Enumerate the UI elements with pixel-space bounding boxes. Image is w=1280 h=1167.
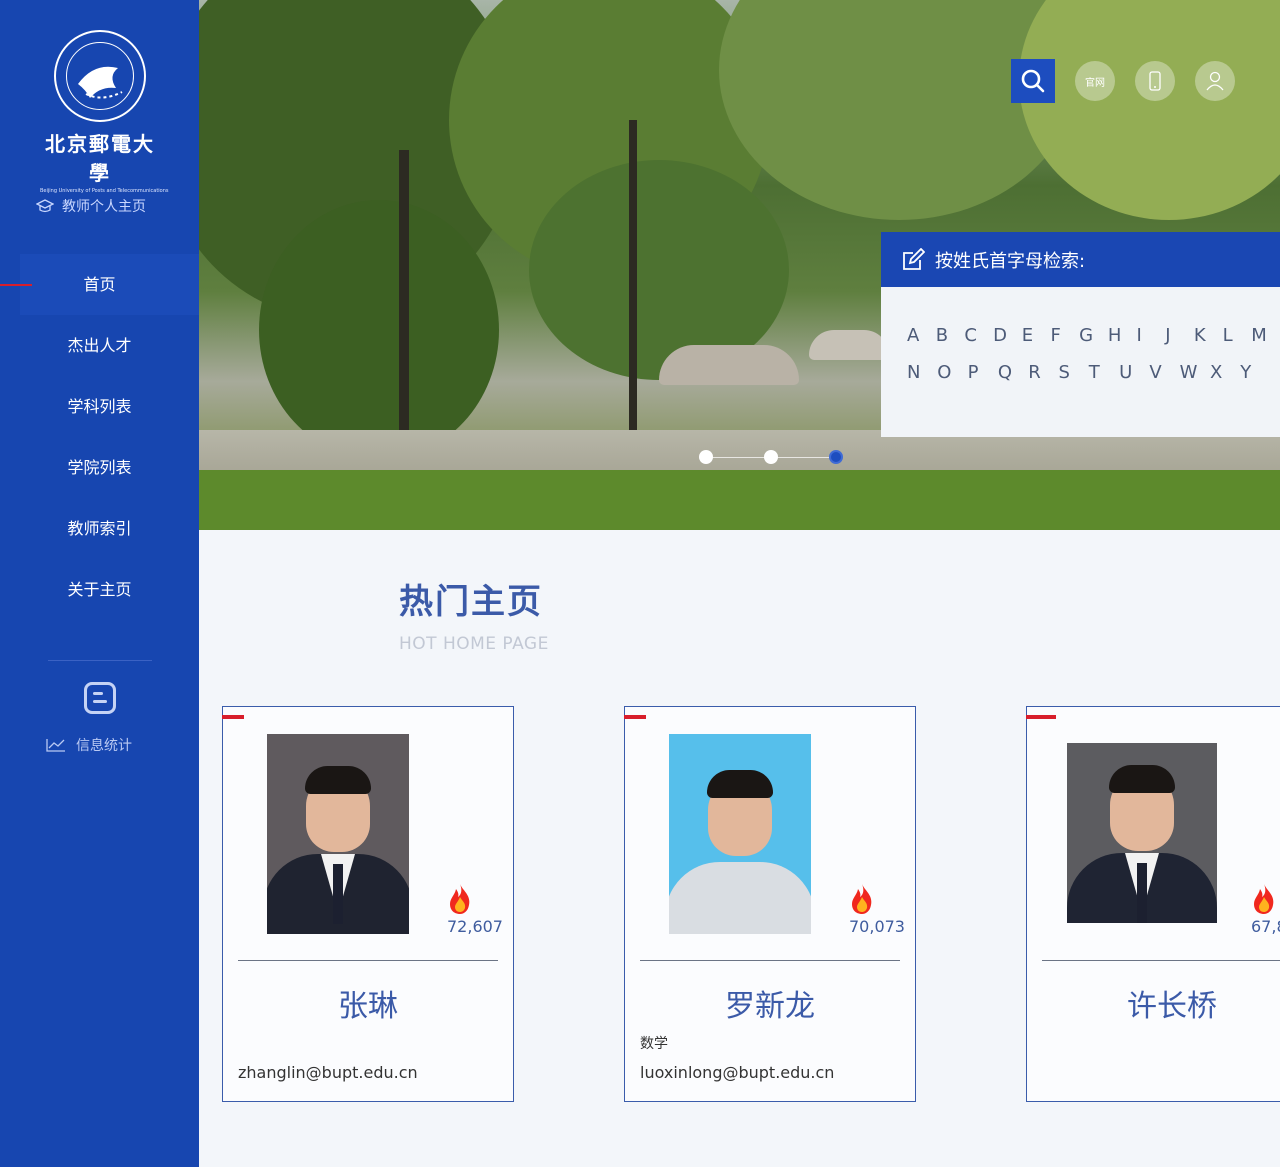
mobile-button[interactable]: [1135, 61, 1175, 101]
letter-o[interactable]: O: [937, 362, 967, 383]
banner-tree: [259, 200, 499, 460]
banner-trunk: [399, 150, 409, 450]
nav-item-colleges[interactable]: 学院列表: [0, 437, 199, 498]
edit-icon: [903, 247, 925, 270]
stats-label: 信息统计: [76, 738, 132, 754]
header-toolbar: 官网: [1011, 59, 1235, 103]
logo-english-name: Beijing University of Posts and Telecomm…: [40, 188, 169, 194]
nav-item-teacher-index[interactable]: 教师索引: [0, 498, 199, 559]
line-chart-icon: [46, 739, 65, 752]
section-title: 热门主页: [399, 582, 543, 622]
card-accent-mark: [624, 715, 646, 719]
hit-count: 72,607: [447, 917, 503, 936]
banner-pavilion: [809, 330, 889, 360]
letter-search-header: 按姓氏首字母检索:: [881, 232, 1280, 287]
letter-x[interactable]: X: [1210, 362, 1240, 383]
letter-p[interactable]: P: [968, 362, 998, 383]
logo-emblem-icon: [54, 30, 146, 122]
site-subtitle-label: 教师个人主页: [62, 199, 146, 215]
logo-name: 北京郵電大學: [45, 132, 155, 185]
carousel-dot-3[interactable]: [829, 450, 843, 464]
fire-icon: [450, 884, 470, 914]
user-icon: [1206, 71, 1224, 91]
hit-count: 70,073: [849, 917, 905, 936]
letter-d[interactable]: D: [993, 325, 1022, 346]
teacher-card[interactable]: 70,073 罗新龙 数学 luoxinlong@bupt.edu.cn: [624, 706, 916, 1102]
stats-link[interactable]: 信息统计: [46, 735, 132, 755]
teacher-email[interactable]: luoxinlong@bupt.edu.cn: [640, 1063, 834, 1082]
banner-pavilion: [659, 345, 799, 385]
carousel-indicators: [699, 450, 843, 464]
letter-l[interactable]: L: [1223, 325, 1252, 346]
nav-item-home[interactable]: 首页: [0, 254, 199, 315]
letter-row-1: A B C D E F G H I J K L M: [881, 325, 1280, 346]
search-button[interactable]: [1011, 59, 1055, 103]
teacher-photo[interactable]: [1067, 743, 1217, 923]
letter-h[interactable]: H: [1108, 325, 1137, 346]
letter-r[interactable]: R: [1028, 362, 1058, 383]
nav-item-about[interactable]: 关于主页: [0, 559, 199, 620]
teacher-name[interactable]: 许长桥: [1027, 981, 1280, 1025]
teacher-name[interactable]: 罗新龙: [625, 981, 915, 1025]
letter-v[interactable]: V: [1149, 362, 1179, 383]
mobile-icon: [1149, 71, 1161, 91]
teacher-photo[interactable]: [267, 734, 409, 934]
card-accent-mark: [222, 715, 244, 719]
fire-icon: [1254, 884, 1274, 914]
teacher-card[interactable]: 67,8 许长桥: [1026, 706, 1280, 1102]
letter-t[interactable]: T: [1089, 362, 1119, 383]
card-divider: [238, 960, 498, 961]
university-logo[interactable]: 北京郵電大學 Beijing University of Posts and T…: [40, 30, 169, 194]
teacher-name[interactable]: 张琳: [223, 981, 513, 1025]
letter-m[interactable]: M: [1251, 325, 1280, 346]
letter-search-title: 按姓氏首字母检索:: [935, 250, 1086, 272]
letter-b[interactable]: B: [936, 325, 965, 346]
letter-row-2: N O P Q R S T U V W X Y: [881, 362, 1280, 383]
fire-icon: [852, 884, 872, 914]
teacher-card[interactable]: 72,607 张琳 zhanglin@bupt.edu.cn: [222, 706, 514, 1102]
blogger-icon[interactable]: [84, 682, 116, 714]
official-site-button[interactable]: 官网: [1075, 61, 1115, 101]
letter-w[interactable]: W: [1180, 362, 1210, 383]
letter-c[interactable]: C: [964, 325, 993, 346]
letter-n[interactable]: N: [907, 362, 937, 383]
teacher-photo[interactable]: [669, 734, 811, 934]
card-divider: [640, 960, 900, 961]
letter-e[interactable]: E: [1022, 325, 1051, 346]
section-subtitle: HOT HOME PAGE: [399, 634, 549, 654]
nav-item-disciplines[interactable]: 学科列表: [0, 376, 199, 437]
official-site-icon: 官网: [1085, 77, 1105, 89]
main-nav: 首页 杰出人才 学科列表 学院列表 教师索引 关于主页: [0, 254, 199, 620]
banner-trunk: [629, 120, 637, 450]
letter-q[interactable]: Q: [998, 362, 1028, 383]
letter-s[interactable]: S: [1058, 362, 1088, 383]
sidebar-divider: [48, 660, 152, 661]
nav-item-talents[interactable]: 杰出人才: [0, 315, 199, 376]
banner-grass: [199, 470, 1280, 530]
hit-count: 67,8: [1251, 917, 1280, 936]
carousel-dot-2[interactable]: [764, 450, 778, 464]
teacher-department: 数学: [640, 1036, 668, 1052]
letter-j[interactable]: J: [1165, 325, 1194, 346]
letter-f[interactable]: F: [1050, 325, 1079, 346]
user-button[interactable]: [1195, 61, 1235, 101]
site-subtitle[interactable]: 教师个人主页: [36, 196, 146, 216]
letter-u[interactable]: U: [1119, 362, 1149, 383]
letter-y[interactable]: Y: [1240, 362, 1270, 383]
carousel-dot-1[interactable]: [699, 450, 713, 464]
card-accent-mark: [1026, 715, 1056, 719]
letter-a[interactable]: A: [907, 325, 936, 346]
letter-i[interactable]: I: [1137, 325, 1166, 346]
sidebar: 北京郵電大學 Beijing University of Posts and T…: [0, 0, 199, 1167]
graduation-cap-icon: [36, 199, 54, 213]
letter-k[interactable]: K: [1194, 325, 1223, 346]
search-icon: [1021, 69, 1045, 93]
letter-search-panel: 按姓氏首字母检索: A B C D E F G H I J K L M N O …: [881, 232, 1280, 437]
banner-tree: [1019, 0, 1280, 220]
letter-g[interactable]: G: [1079, 325, 1108, 346]
card-divider: [1042, 960, 1280, 961]
teacher-email[interactable]: zhanglin@bupt.edu.cn: [238, 1063, 418, 1082]
